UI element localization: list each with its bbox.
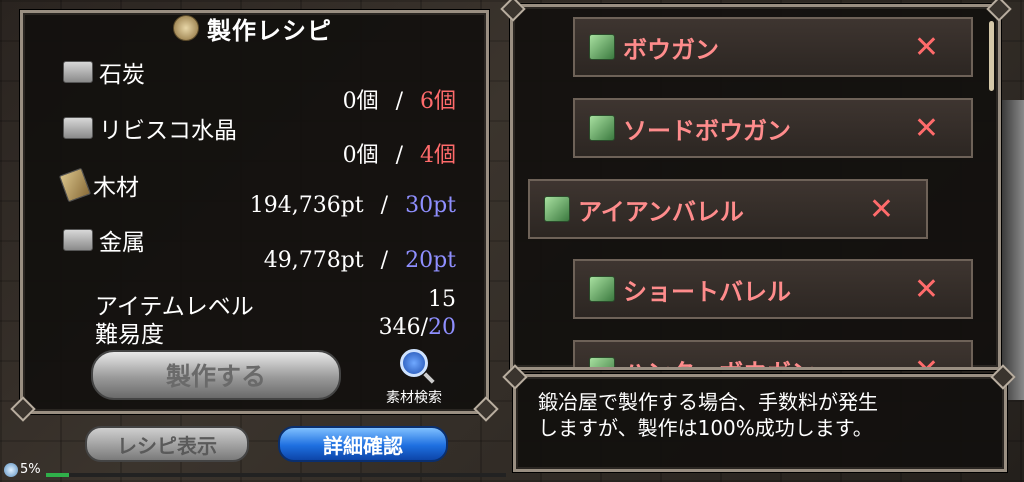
material-name: リビスコ水晶 — [99, 118, 237, 144]
difficulty-current: 346 — [378, 315, 421, 340]
separator: / — [380, 193, 389, 218]
recipe-display-button[interactable]: レシピ表示 — [85, 426, 249, 462]
crossbow-icon — [589, 115, 615, 141]
recipe-list-panel: ボウガン ✕ ソードボウガン ✕ アイアンバレル ✕ ショートバレル ✕ ハンタ… — [510, 4, 1001, 370]
material-row: リビスコ水晶 — [63, 111, 237, 145]
status-indicator: 5% — [4, 462, 41, 477]
crossbow-icon — [589, 357, 615, 367]
ore-icon — [63, 229, 93, 251]
status-percent: 5% — [20, 462, 41, 477]
info-message-line: 鍛冶屋で製作する場合、手数料が発生 — [538, 390, 878, 414]
experience-bar — [46, 473, 506, 477]
info-message: 鍛冶屋で製作する場合、手数料が発生 しますが、製作は100%成功します。 — [538, 389, 878, 441]
material-name: 木材 — [93, 175, 139, 201]
difficulty-separator: / — [420, 315, 428, 340]
crossbow-icon — [589, 276, 615, 302]
panel-title-bar: 製作レシピ — [173, 13, 332, 45]
need-count: 6個 — [420, 89, 456, 114]
remove-icon[interactable]: ✕ — [869, 192, 894, 227]
crossbow-icon — [589, 34, 615, 60]
remove-icon[interactable]: ✕ — [914, 30, 939, 65]
separator: / — [395, 143, 403, 168]
have-count: 194,736pt — [249, 193, 364, 218]
remove-icon[interactable]: ✕ — [914, 353, 939, 368]
recipe-list-item[interactable]: ボウガン ✕ — [573, 17, 973, 77]
recipe-name: ボウガン — [623, 35, 719, 64]
separator: / — [380, 248, 389, 273]
wood-icon — [58, 167, 92, 203]
remove-icon[interactable]: ✕ — [914, 111, 939, 146]
need-count: 30pt — [405, 193, 456, 218]
ore-icon — [63, 117, 93, 139]
have-count: 49,778pt — [263, 248, 364, 273]
have-count: 0個 — [342, 143, 379, 168]
craft-button[interactable]: 製作する — [91, 350, 341, 400]
list-scrollbar[interactable] — [989, 21, 994, 91]
recipe-name: ハンターボウガン — [623, 353, 815, 368]
material-search-button[interactable]: 素材検索 — [375, 349, 453, 407]
material-row: 石炭 — [63, 55, 145, 89]
difficulty-max: 20 — [428, 315, 456, 340]
material-quantity: 49,778pt / 20pt — [264, 248, 456, 273]
panel-title: 製作レシピ — [207, 16, 332, 45]
background-pillar — [1002, 100, 1024, 400]
crafting-recipe-panel: 製作レシピ 石炭 0個 / 6個 リビスコ水晶 0個 / 4個 木材 194,7… — [20, 10, 489, 414]
recipe-list-item[interactable]: ショートバレル ✕ — [573, 259, 973, 319]
recipe-list-item[interactable]: ハンターボウガン ✕ — [573, 340, 973, 368]
material-quantity: 0個 / 6個 — [343, 83, 456, 115]
separator: / — [395, 89, 403, 114]
info-message-line: しますが、製作は100%成功します。 — [538, 416, 873, 440]
difficulty-value: 346/20 — [379, 315, 456, 340]
recipe-name: アイアンバレル — [578, 197, 744, 226]
magnifier-icon — [400, 349, 428, 377]
recipe-name: ショートバレル — [623, 277, 791, 306]
item-level-value: 15 — [428, 287, 456, 312]
anvil-icon — [173, 15, 199, 41]
remove-icon[interactable]: ✕ — [914, 272, 939, 307]
need-count: 4個 — [420, 143, 456, 168]
material-quantity: 194,736pt / 30pt — [250, 193, 456, 218]
material-quantity: 0個 / 4個 — [343, 137, 456, 169]
info-message-panel: 鍛冶屋で製作する場合、手数料が発生 しますが、製作は100%成功します。 — [513, 374, 1007, 472]
material-name: 金属 — [99, 230, 145, 256]
material-row: 金属 — [63, 223, 145, 257]
need-count: 20pt — [405, 248, 456, 273]
material-name: 石炭 — [99, 62, 145, 88]
orb-icon — [4, 462, 18, 477]
difficulty-label: 難易度 — [95, 322, 164, 348]
recipe-name: ソードボウガン — [623, 116, 791, 145]
material-search-label: 素材検索 — [386, 390, 442, 406]
detail-confirm-button[interactable]: 詳細確認 — [278, 426, 448, 462]
crossbow-icon — [544, 196, 570, 222]
recipe-list-item-selected[interactable]: アイアンバレル ✕ — [528, 179, 928, 239]
ore-icon — [63, 61, 93, 83]
material-row: 木材 — [58, 167, 139, 203]
have-count: 0個 — [342, 89, 379, 114]
experience-bar-fill — [46, 473, 69, 477]
recipe-list-item[interactable]: ソードボウガン ✕ — [573, 98, 973, 158]
